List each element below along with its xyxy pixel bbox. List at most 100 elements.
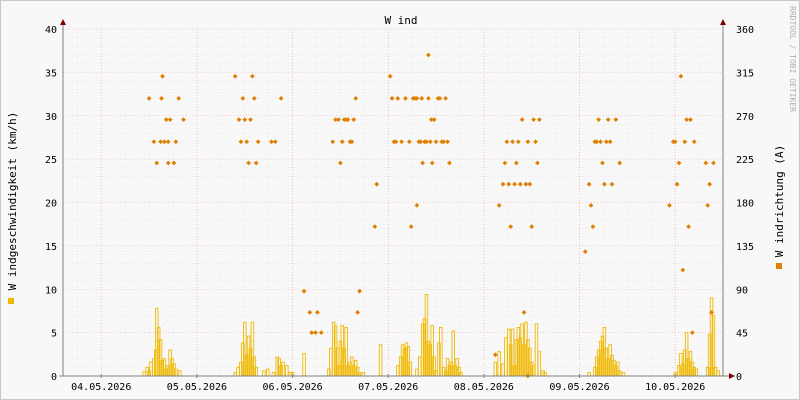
direction-point [337,160,343,166]
direction-point [529,224,535,229]
direction-point [318,330,324,336]
direction-point [406,139,412,145]
direction-point [445,139,450,145]
y-left-tick-label: 25 [45,155,57,166]
speed-bar [236,366,240,377]
direction-point [447,160,452,166]
y-right-tick-label: 225 [736,155,754,166]
direction-point [582,249,588,255]
direction-point [253,160,259,166]
direction-point [355,309,361,315]
speed-bar [149,361,153,377]
speed-bar [617,370,622,377]
grid [63,28,723,376]
y-right-tick-label: 45 [736,329,748,340]
direction-point [395,96,401,101]
chart-frame: 0 5 10 15 20 25 30 35 40 0 45 90 135 180 225 270 315 360 0… [0,0,800,400]
direction-point [688,117,693,123]
speed-bar [713,366,718,377]
direction-point [408,224,414,229]
x-tick-label: 07.05.2026 [358,382,418,393]
speed-bar [287,372,292,377]
direction-point [313,330,318,336]
direction-point [443,96,449,101]
speed-bar [174,368,178,377]
y-right-tick-label: 270 [736,112,754,123]
direction-point [330,139,336,145]
direction-point [301,288,307,294]
direction-point [510,139,515,145]
direction-point [372,224,378,229]
speed-bar [504,337,508,377]
speed-bar [497,351,501,377]
direction-point [428,117,434,123]
y-left-tick-label: 15 [45,242,57,253]
direction-legend-swatch [776,263,782,269]
direction-point [707,181,713,187]
direction-point [403,96,408,101]
direction-point [165,139,171,145]
direction-point [601,181,607,187]
direction-point [500,181,506,187]
direction-point [278,96,284,101]
y-axis-label-left: W indgeschwindigkeit (km/h) [6,112,19,291]
direction-point [609,181,615,187]
y-axis-right-arrow [720,19,726,25]
y-left-tick-label: 0 [51,372,57,383]
tick-labels: 0 5 10 15 20 25 30 35 40 0 45 90 135 180 225 270 315 360 0… [45,25,754,393]
direction-point [496,202,502,208]
direction-point [689,330,695,336]
direction-point [425,52,431,58]
direction-point [433,139,439,145]
direction-point [617,160,623,166]
y-right-tick-label: 315 [736,68,754,79]
y-left-tick-label: 5 [51,329,57,340]
x-axis-arrow [729,373,735,379]
direction-point [181,117,186,123]
y-axis-left-arrow [60,19,66,25]
direction-point [607,139,613,145]
direction-point [513,160,519,166]
y-right-tick-label: 180 [736,199,754,210]
direction-point [171,160,177,166]
speed-bar [531,365,536,377]
y-axis-label-right: W indrichtung (A) [773,145,786,258]
speed-bar [262,370,266,377]
direction-point [242,117,248,123]
direction-point [389,96,395,101]
direction-point [676,160,682,166]
direction-point [159,96,164,101]
y-left-tick-label: 40 [45,25,57,36]
x-tick-label: 04.05.2026 [71,382,131,393]
direction-point [502,160,508,166]
direction-point [506,181,512,187]
direction-point [492,352,498,358]
direction-point [160,73,165,79]
y-left-tick-label: 10 [45,285,57,296]
watermark: RRDTOOL / TOBI OETIKER [788,6,797,112]
direction-point [307,309,313,315]
direction-point [586,181,592,187]
direction-point [678,73,684,79]
speed-bar [142,371,147,377]
direction-point [173,139,179,145]
speed-legend-swatch [8,298,14,304]
direction-point [504,139,510,145]
speed-bar [265,368,270,377]
direction-point [336,117,341,123]
direction-point [425,96,431,101]
direction-point [238,139,244,145]
speed-bar [254,366,258,377]
speed-bar [285,365,289,377]
direction-point [525,139,531,145]
direction-point [427,139,433,145]
direction-point [420,160,426,166]
direction-point [167,117,173,123]
direction-point [374,181,380,187]
speed-bar [543,372,547,377]
direction-point [536,117,542,123]
speed-bar [271,372,276,377]
speed-bar [302,352,306,377]
direction-point [533,139,538,145]
direction-point [272,139,278,145]
